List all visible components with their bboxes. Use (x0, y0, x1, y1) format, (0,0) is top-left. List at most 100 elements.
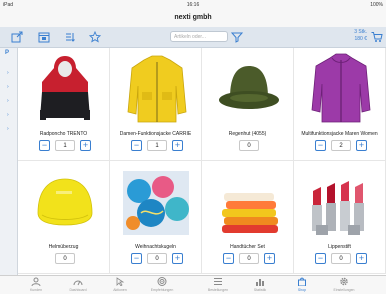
quantity-field[interactable]: 0 (331, 253, 351, 264)
tab-label: Statistik (253, 288, 267, 292)
tab-bar: Kunden Dashboard Aktionen Empfehlungen B… (0, 275, 386, 294)
tab-label: Bestellungen (207, 288, 229, 292)
product-name: Weihnachtskugeln (135, 244, 176, 250)
product-name: Radponcho TRENTO (39, 131, 88, 137)
product-name: Multifunktionsjacke Maren Women (301, 131, 378, 137)
product-card[interactable]: Damen-Funktionsjacke CARRIE − 1 + (110, 48, 202, 161)
product-image-yellow-jacket (127, 55, 187, 123)
tab-label: Kunden (29, 288, 43, 292)
clock: 16:16 (186, 2, 200, 8)
tab-dashboard[interactable]: Dashboard (58, 276, 98, 294)
decrement-button[interactable]: − (39, 140, 50, 151)
product-card[interactable]: Multifunktionsjacke Maren Women − 2 + (294, 48, 386, 161)
status-bar: iPad 16:16 100% (0, 0, 386, 10)
star-icon[interactable] (88, 30, 102, 44)
product-image-lipsticks (312, 181, 364, 235)
increment-button[interactable]: + (172, 140, 183, 151)
product-card[interactable]: Weihnachtskugeln − 0 + (110, 161, 202, 274)
quantity-stepper: 0 (18, 253, 109, 264)
quantity-stepper: − 2 + (294, 140, 385, 151)
people-icon (16, 277, 56, 288)
tab-label: Einstellungen (333, 288, 355, 292)
product-name: Helmüberzug (48, 244, 79, 250)
product-card[interactable]: Radponcho TRENTO − 1 + (18, 48, 110, 161)
tab-label: Dashboard (69, 288, 87, 292)
quantity-field[interactable]: 1 (147, 140, 167, 151)
product-image-christmas-balls (123, 171, 189, 235)
quantity-field[interactable]: 2 (331, 140, 351, 151)
sidebar-chevron-icon[interactable]: › (7, 84, 11, 90)
chart-icon (240, 277, 280, 288)
list-icon (198, 277, 238, 288)
sidebar-chevron-icon[interactable]: › (7, 126, 11, 132)
product-card[interactable]: Helmüberzug 0 (18, 161, 110, 274)
product-card[interactable]: Regenhut (4055) 0 (202, 48, 294, 161)
tab-label: Empfehlungen (150, 288, 174, 292)
increment-button[interactable]: + (356, 140, 367, 151)
toolbar: Artikeln oder... 3 Stk. 180 € (0, 27, 386, 48)
quantity-field[interactable]: 0 (239, 253, 259, 264)
product-name: Lippenstift (328, 244, 351, 250)
tab-kunden[interactable]: Kunden (16, 276, 56, 294)
quantity-field[interactable]: 0 (239, 140, 259, 151)
product-card[interactable]: Lippenstift − 0 + (294, 161, 386, 274)
sidebar-letter[interactable]: P (5, 50, 9, 56)
sidebar-chevron-icon[interactable]: › (7, 98, 11, 104)
decrement-button[interactable]: − (315, 253, 326, 264)
alphabet-sidebar[interactable]: P › › › › › (0, 48, 18, 275)
tab-shop[interactable]: Shop (282, 276, 322, 294)
filter-icon[interactable] (230, 30, 244, 44)
tab-einstellungen[interactable]: Einstellungen (324, 276, 364, 294)
decrement-button[interactable]: − (223, 253, 234, 264)
product-image-helmet-cover (37, 178, 93, 226)
quantity-stepper: − 0 + (202, 253, 293, 264)
quantity-stepper: − 0 + (294, 253, 385, 264)
product-name: Damen-Funktionsjacke CARRIE (119, 131, 192, 137)
increment-button[interactable]: + (356, 253, 367, 264)
product-image-purple-jacket (311, 53, 371, 123)
decrement-button[interactable]: − (131, 253, 142, 264)
speedometer-icon (58, 277, 98, 288)
cart-total: 180 € (354, 36, 367, 42)
quantity-stepper: − 0 + (110, 253, 201, 264)
product-card[interactable]: Handtücher Set − 0 + (202, 161, 294, 274)
tab-aktionen[interactable]: Aktionen (100, 276, 140, 294)
search-input[interactable]: Artikeln oder... (170, 31, 228, 42)
page-title: nexti gmbh (174, 14, 212, 21)
sort-icon[interactable] (63, 30, 77, 44)
cart-count: 3 Stk. (354, 29, 367, 35)
tab-empfehlungen[interactable]: Empfehlungen (142, 276, 182, 294)
decrement-button[interactable]: − (131, 140, 142, 151)
tab-bestellungen[interactable]: Bestellungen (198, 276, 238, 294)
quantity-stepper: − 1 + (110, 140, 201, 151)
product-name: Regenhut (4055) (228, 131, 267, 137)
gear-icon (324, 277, 364, 288)
quantity-stepper: − 1 + (18, 140, 109, 151)
increment-button[interactable]: + (264, 253, 275, 264)
sidebar-chevron-icon[interactable]: › (7, 70, 11, 76)
calendar-icon[interactable] (37, 30, 51, 44)
quantity-field[interactable]: 0 (147, 253, 167, 264)
tab-label: Shop (297, 288, 307, 292)
product-image-towels (222, 193, 278, 233)
bag-icon (282, 277, 322, 288)
increment-button[interactable]: + (172, 253, 183, 264)
target-icon (142, 277, 182, 288)
decrement-button[interactable]: − (315, 140, 326, 151)
title-bar: nexti gmbh (0, 10, 386, 28)
sidebar-chevron-icon[interactable]: › (7, 112, 11, 118)
quantity-stepper: 0 (202, 140, 293, 151)
tab-statistik[interactable]: Statistik (240, 276, 280, 294)
cart-icon[interactable] (370, 30, 384, 44)
quantity-field[interactable]: 0 (55, 253, 75, 264)
quantity-field[interactable]: 1 (55, 140, 75, 151)
product-grid: Radponcho TRENTO − 1 + Damen-Funktionsja… (18, 48, 386, 275)
battery-label: 100% (370, 2, 383, 8)
cart-summary: 3 Stk. 180 € (347, 29, 367, 43)
product-image-rain-hat (219, 66, 279, 109)
increment-button[interactable]: + (80, 140, 91, 151)
export-icon[interactable] (10, 30, 24, 44)
product-image-poncho (40, 56, 90, 120)
cursor-icon (100, 277, 140, 288)
tab-label: Aktionen (113, 288, 127, 292)
